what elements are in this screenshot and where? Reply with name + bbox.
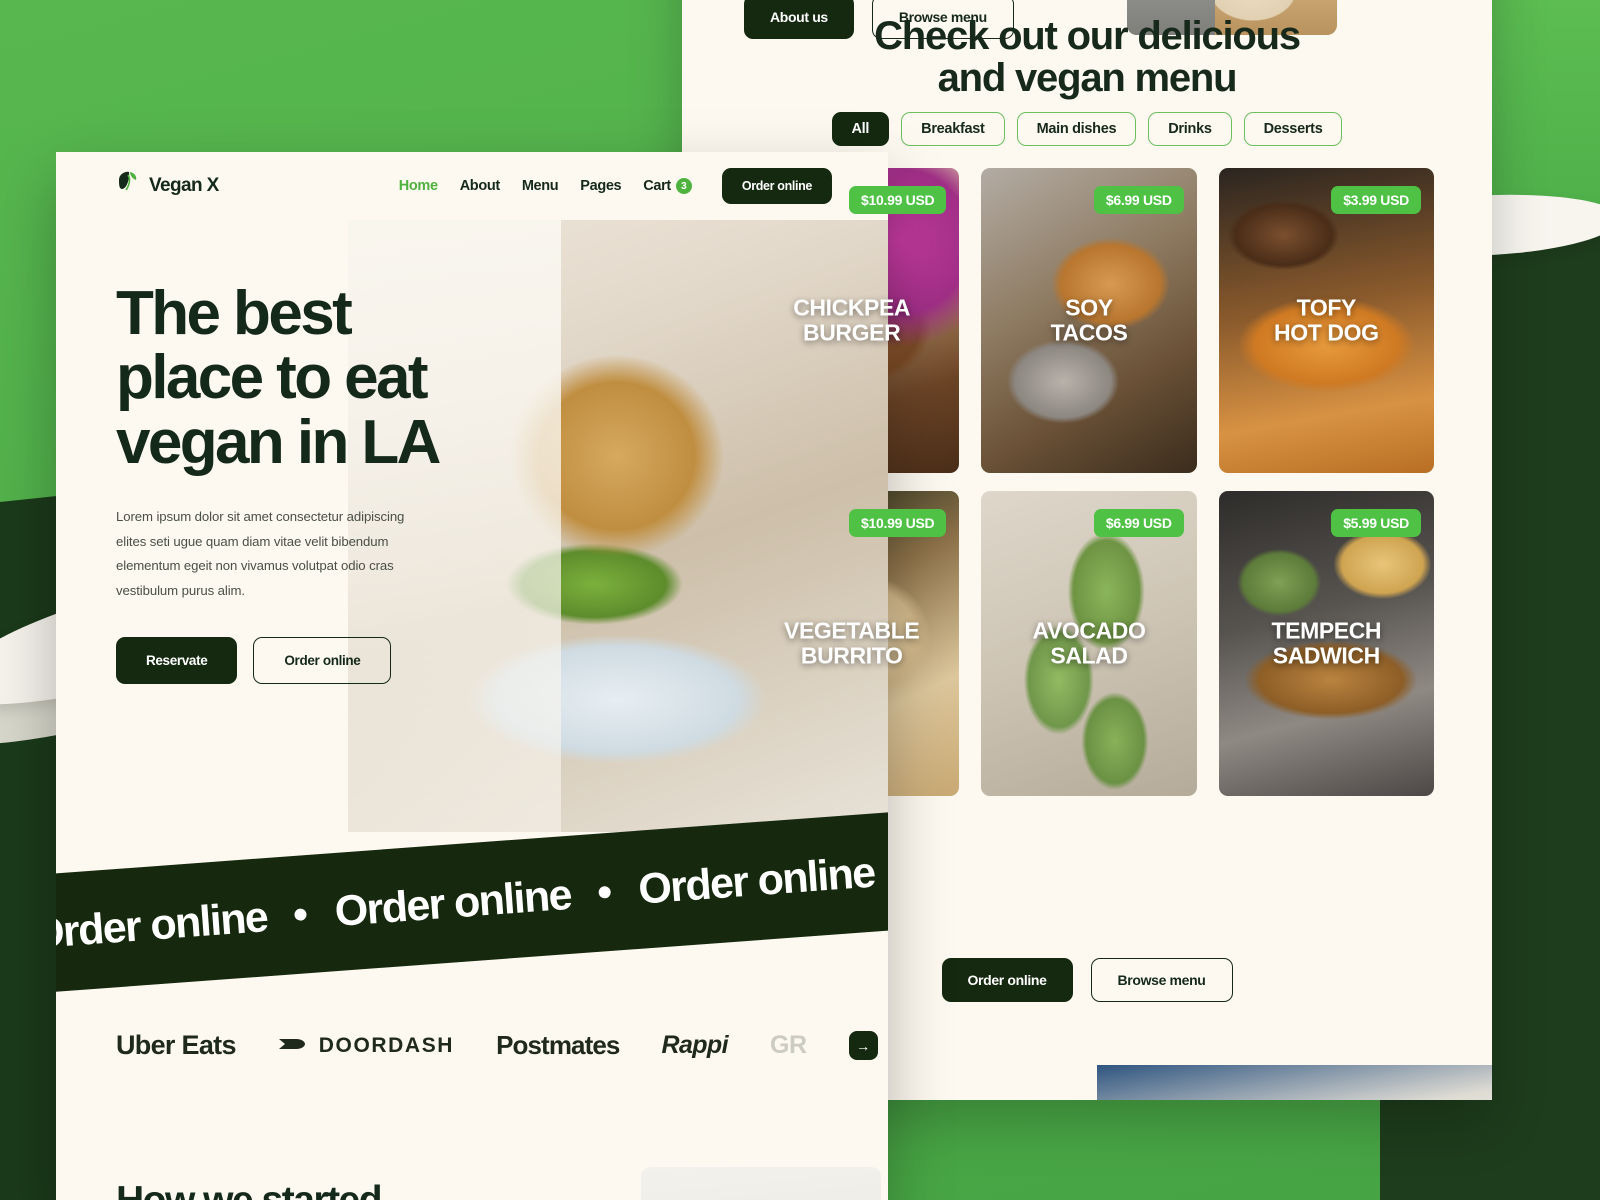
marquee-separator-dot <box>294 908 308 922</box>
menu-card-price: $10.99 USD <box>849 186 947 214</box>
marquee-item: Order online <box>56 892 269 958</box>
menu-card-title-line1: VEGETABLE <box>784 616 920 643</box>
menu-page-bottom-photo <box>1097 1065 1492 1100</box>
menu-card-price: $5.99 USD <box>1331 509 1421 537</box>
menu-card-title: TOFY HOT DOG <box>1219 293 1434 347</box>
menu-card-price: $6.99 USD <box>1093 186 1184 214</box>
reservate-button[interactable]: Reservate <box>116 637 238 685</box>
menu-card[interactable]: $6.99 USD SOY TACOS <box>981 168 1197 473</box>
menu-section-heading: Check out our delicious and vegan menu <box>682 15 1492 100</box>
order-online-button-hero[interactable]: Order online <box>253 637 392 685</box>
filter-tab-drinks[interactable]: Drinks <box>1148 112 1232 146</box>
menu-card-price: $6.99 USD <box>1093 509 1184 537</box>
marquee-separator-dot <box>598 885 612 899</box>
partner-uber-eats-part1: Uber <box>116 1030 182 1060</box>
hero-title-line2: place to eat <box>116 343 429 413</box>
order-online-button-menu[interactable]: Order online <box>941 958 1073 1002</box>
menu-filter-tabs: All Breakfast Main dishes Drinks Dessert… <box>682 112 1492 146</box>
hero-text-block: The best place to eat vegan in LA Lorem … <box>116 279 636 685</box>
nav-item-about[interactable]: About <box>460 178 500 194</box>
menu-card[interactable]: $5.99 USD TEMPECH SADWICH <box>1218 491 1434 796</box>
hero-title: The best place to eat vegan in LA <box>116 279 636 477</box>
marquee-item: Order online <box>636 848 877 914</box>
how-we-started-title: How we started and why we love what we d… <box>116 1180 536 1200</box>
how-we-started-photo <box>641 1167 881 1200</box>
menu-heading-line-2: and vegan menu <box>937 56 1238 101</box>
menu-card-title-line1: SOY <box>1065 293 1113 320</box>
menu-card-title-line1: TEMPECH <box>1271 616 1382 643</box>
menu-card-title: CHICKPEA BURGER <box>744 293 959 347</box>
menu-card-title-line2: BURGER <box>803 319 901 346</box>
hero-buttons: Reservate Order online <box>116 637 636 685</box>
partner-uber-eats-part2: Eats <box>181 1030 237 1060</box>
browse-menu-button-bottom[interactable]: Browse menu <box>1090 958 1233 1002</box>
partner-doordash[interactable]: DOORDASH <box>278 1034 454 1058</box>
logo-text: Vegan X <box>149 175 219 196</box>
menu-card-title: AVOCADO SALAD <box>981 616 1196 670</box>
how-we-started-section: How we started and why we love what we d… <box>116 1180 536 1200</box>
partner-doordash-label: DOORDASH <box>318 1033 455 1057</box>
nav-item-menu[interactable]: Menu <box>522 178 559 194</box>
marquee-track: Order online Order online Order online O… <box>56 826 888 960</box>
hero-paragraph: Lorem ipsum dolor sit amet consectetur a… <box>116 509 405 598</box>
filter-tab-main-dishes[interactable]: Main dishes <box>1016 112 1137 146</box>
menu-card-title-line2: SALAD <box>1050 642 1128 669</box>
menu-card-title-line1: TOFY <box>1296 293 1357 320</box>
cart-label: Cart <box>643 178 671 194</box>
menu-card-title-line1: AVOCADO <box>1032 616 1146 643</box>
nav-item-home[interactable]: Home <box>399 178 438 194</box>
partner-postmates[interactable]: Postmates <box>496 1030 620 1061</box>
menu-card-title: VEGETABLE BURRITO <box>744 616 959 670</box>
leaf-icon <box>116 171 140 202</box>
filter-tab-breakfast[interactable]: Breakfast <box>901 112 1005 146</box>
partner-grubhub-partial[interactable]: GR <box>770 1031 807 1060</box>
hero-title-line3: vegan in LA <box>116 407 441 477</box>
menu-card-title-line1: CHICKPEA <box>793 293 911 320</box>
navbar: Vegan X Home About Menu Pages Cart 3 Ord… <box>56 152 888 220</box>
partner-uber-eats[interactable]: Uber Eats <box>116 1030 236 1061</box>
filter-tab-desserts[interactable]: Desserts <box>1243 112 1343 146</box>
menu-card-price: $3.99 USD <box>1331 186 1421 214</box>
hero-title-line1: The best <box>116 279 353 348</box>
menu-card-title: SOY TACOS <box>981 293 1196 347</box>
menu-card-title-line2: SADWICH <box>1272 642 1380 669</box>
partner-rappi[interactable]: Rappi <box>661 1031 728 1060</box>
menu-card-title-line2: HOT DOG <box>1274 319 1379 346</box>
filter-tab-all[interactable]: All <box>831 112 890 146</box>
arrow-right-icon[interactable]: → <box>848 1031 878 1060</box>
order-online-button-nav[interactable]: Order online <box>721 168 832 204</box>
menu-card[interactable]: $6.99 USD AVOCADO SALAD <box>981 491 1197 796</box>
delivery-partners-row: Uber Eats DOORDASH Postmates Rappi GR → <box>116 1030 878 1061</box>
menu-heading-line-1: Check out our delicious <box>874 14 1301 58</box>
order-online-marquee: Order online Order online Order online O… <box>56 807 888 995</box>
cart-count-badge: 3 <box>675 178 692 194</box>
menu-card[interactable]: $3.99 USD TOFY HOT DOG <box>1218 168 1434 473</box>
started-title-line1: How we started <box>116 1180 536 1200</box>
nav-item-cart[interactable]: Cart 3 <box>643 178 692 194</box>
menu-card-title-line2: BURRITO <box>800 642 903 669</box>
marquee-item: Order online <box>333 870 573 936</box>
menu-card-title-line2: TACOS <box>1050 319 1128 346</box>
nav-links: Home About Menu Pages Cart 3 Order onlin… <box>399 168 832 204</box>
doordash-icon <box>278 1034 308 1058</box>
menu-card-title: TEMPECH SADWICH <box>1219 616 1434 670</box>
logo[interactable]: Vegan X <box>116 171 219 202</box>
nav-item-pages[interactable]: Pages <box>580 178 621 194</box>
menu-card-price: $10.99 USD <box>849 509 947 537</box>
